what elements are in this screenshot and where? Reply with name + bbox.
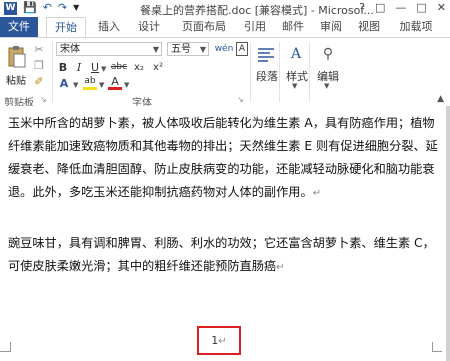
ribbon-tabs: 文件 开始 插入 设计 页面布局 引用 邮件 审阅 视图 加载项	[0, 17, 450, 38]
font-color-bar	[108, 87, 122, 90]
underline-button[interactable]: U	[89, 60, 101, 74]
paragraph-pea-text: 豌豆味甘，具有调和脾胃、利肠、利水的功效；它还富含胡萝卜素、维生素 C，可使皮肤…	[8, 236, 435, 273]
highlight-color-bar	[83, 87, 97, 90]
tab-mailings[interactable]: 邮件	[278, 17, 308, 37]
tab-view[interactable]: 视图	[354, 17, 384, 37]
title-bar: W 💾 ↶ ↷ ▼ 餐桌上的营养搭配.doc [兼容模式] - Microsof…	[0, 0, 450, 18]
tab-design[interactable]: 设计	[132, 17, 166, 37]
paragraph-mark-icon: ↵	[312, 188, 322, 199]
strikethrough-button[interactable]: abc	[110, 60, 128, 74]
text-effects-dropdown-icon[interactable]: ▼	[73, 81, 78, 89]
tab-review[interactable]: 审阅	[316, 17, 346, 37]
document-title: 餐桌上的营养搭配.doc [兼容模式] - Microsof...	[140, 4, 374, 17]
ribbon-home: 粘贴 ✂ ❐ ✐ 剪贴板 ↘ 宋体 ▼ 五号 ▼ wén A B I U ▼ a…	[0, 37, 450, 109]
superscript-button[interactable]: x²	[150, 60, 166, 74]
group-divider	[52, 42, 53, 102]
paragraph-pea[interactable]: 豌豆味甘，具有调和脾胃、利肠、利水的功效；它还富含胡萝卜素、维生素 C，可使皮肤…	[8, 232, 440, 279]
group-divider	[250, 42, 251, 102]
paragraph-corn[interactable]: 玉米中所含的胡萝卜素，被人体吸收后能转化为维生素 A，具有防癌作用；植物纤维素能…	[8, 112, 440, 205]
quick-access-toolbar: W 💾 ↶ ↷ ▼	[4, 1, 79, 15]
tab-page-layout[interactable]: 页面布局	[175, 17, 233, 37]
page-number-field[interactable]: 1↵	[197, 326, 241, 355]
font-size-value: 五号	[171, 44, 191, 55]
clipboard-launcher-icon[interactable]: ↘	[40, 95, 47, 104]
paragraph-mark-icon: ↵	[218, 336, 227, 347]
redo-icon[interactable]: ↷	[58, 1, 67, 15]
group-divider	[309, 42, 310, 102]
help-button[interactable]: ?	[359, 1, 365, 14]
format-painter-icon[interactable]: ✐	[32, 74, 46, 88]
undo-icon[interactable]: ↶	[43, 1, 52, 15]
italic-button[interactable]: I	[73, 60, 85, 74]
font-launcher-icon[interactable]: ↘	[237, 95, 244, 104]
paragraph-icon[interactable]	[256, 44, 276, 66]
paragraph-button[interactable]: 段落	[256, 68, 278, 84]
page-corner-mark	[0, 351, 10, 352]
phonetic-guide-label: wén	[214, 44, 234, 54]
char-border-button[interactable]: A	[236, 42, 248, 56]
group-divider	[279, 42, 280, 102]
customize-qat-icon[interactable]: ▼	[73, 1, 79, 15]
copy-icon[interactable]: ❐	[32, 58, 46, 72]
highlight-dropdown-icon[interactable]: ▼	[99, 81, 104, 89]
font-size-select[interactable]: 五号 ▼	[167, 42, 209, 56]
tab-insert[interactable]: 插入	[92, 17, 126, 37]
text-effects-icon[interactable]: A	[57, 76, 71, 90]
vertical-scrollbar[interactable]	[446, 106, 450, 361]
document-page[interactable]: 玉米中所含的胡萝卜素，被人体吸收后能转化为维生素 A，具有防癌作用；植物纤维素能…	[0, 106, 446, 361]
page-corner-mark	[432, 351, 442, 352]
font-color-dropdown-icon[interactable]: ▼	[124, 81, 129, 89]
word-logo-icon[interactable]: W	[4, 1, 17, 15]
tab-addins[interactable]: 加载项	[394, 17, 438, 37]
highlight-button[interactable]: ab	[82, 75, 98, 87]
close-button[interactable]: ✕	[437, 1, 446, 14]
chevron-down-icon: ▼	[199, 45, 206, 54]
window-controls: ? □ — □ ✕	[359, 1, 446, 14]
minimize-button[interactable]: —	[395, 1, 406, 14]
editing-dropdown-icon[interactable]: ▼	[324, 82, 329, 90]
char-border-label: A	[238, 44, 246, 54]
styles-icon[interactable]: A	[286, 42, 306, 66]
paragraph-corn-text: 玉米中所含的胡萝卜素，被人体吸收后能转化为维生素 A，具有防癌作用；植物纤维素能…	[8, 116, 438, 199]
highlight-label: ab	[84, 76, 96, 86]
find-icon[interactable]: ⚲	[318, 42, 338, 66]
underline-dropdown-icon[interactable]: ▼	[101, 65, 106, 73]
restore-button[interactable]: □	[416, 1, 426, 14]
tab-references[interactable]: 引用	[240, 17, 270, 37]
font-name-select[interactable]: 宋体 ▼	[56, 42, 162, 56]
collapse-ribbon-icon[interactable]: ▲	[437, 94, 444, 104]
tab-home[interactable]: 开始	[46, 17, 86, 38]
chevron-down-icon: ▼	[152, 45, 159, 54]
styles-dropdown-icon[interactable]: ▼	[292, 82, 297, 90]
paste-button[interactable]: 粘贴	[6, 72, 26, 87]
paste-icon[interactable]	[6, 44, 28, 70]
ribbon-options-icon[interactable]: □	[375, 1, 385, 14]
paragraph-mark-icon: ↵	[276, 262, 285, 273]
cut-icon[interactable]: ✂	[32, 42, 46, 56]
save-icon[interactable]: 💾	[23, 1, 37, 15]
bold-button[interactable]: B	[57, 60, 69, 74]
subscript-button[interactable]: x₂	[131, 60, 147, 74]
phonetic-guide-button[interactable]: wén	[212, 42, 236, 56]
font-color-button[interactable]: A	[108, 75, 122, 88]
font-name-value: 宋体	[60, 44, 80, 55]
tab-file[interactable]: 文件	[0, 17, 38, 37]
